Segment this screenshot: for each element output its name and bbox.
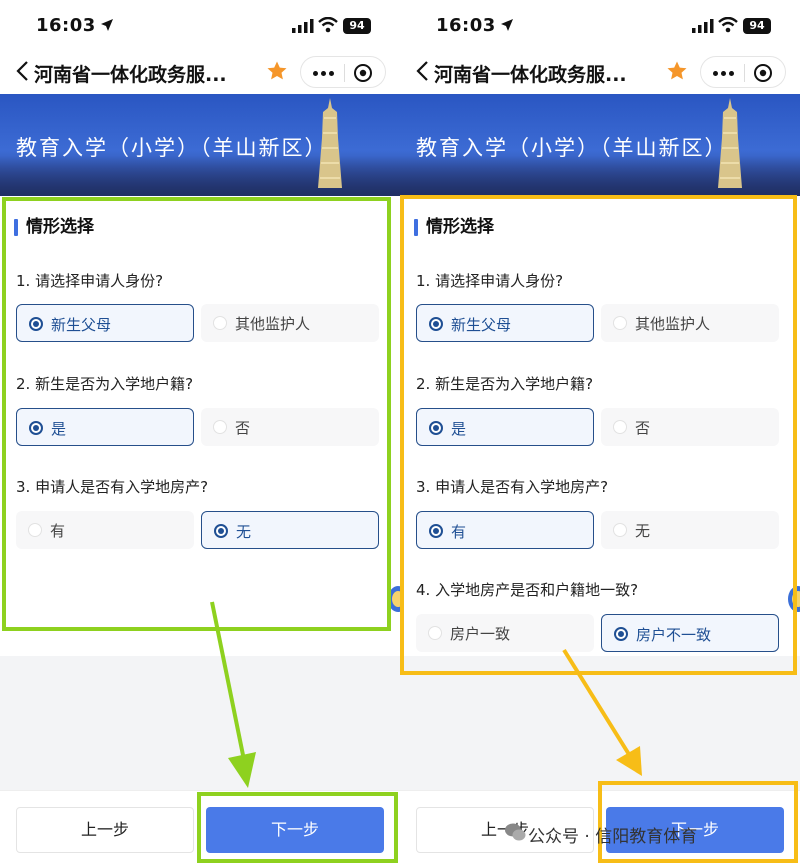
- option-label: 否: [635, 419, 651, 437]
- option-label: 其他监护人: [235, 315, 311, 333]
- radio-selected-icon: [214, 524, 228, 538]
- radio-empty-icon: [213, 316, 227, 330]
- radio-selected-icon: [429, 317, 443, 331]
- question-1: 1. 请选择申请人身份?: [416, 272, 564, 290]
- option-label: 否: [235, 419, 251, 437]
- banner: 教育入学（小学）（羊山新区）: [400, 94, 800, 196]
- location-arrow-icon: [500, 19, 513, 31]
- scenario-card: 情形选择 1. 请选择申请人身份? 新生父母 其他监护人 2. 新生是否为入学地…: [400, 196, 800, 656]
- radio-selected-icon: [29, 317, 43, 331]
- question-3: 3. 申请人是否有入学地房产?: [16, 478, 209, 496]
- more-icon[interactable]: [713, 71, 737, 76]
- option-other-guardian[interactable]: 其他监护人: [201, 304, 379, 342]
- radio-selected-icon: [29, 421, 43, 435]
- mascot-icon[interactable]: [784, 584, 800, 614]
- option-no[interactable]: 否: [201, 408, 379, 446]
- mini-program-capsule: [300, 56, 386, 88]
- battery-indicator: 94: [343, 18, 371, 34]
- wifi-icon: [318, 17, 338, 33]
- star-icon[interactable]: [666, 60, 688, 82]
- option-no[interactable]: 否: [601, 408, 779, 446]
- bottom-action-bar: 上一步 下一步: [0, 790, 400, 867]
- option-parent[interactable]: 新生父母: [16, 304, 194, 342]
- mini-program-capsule: [700, 56, 786, 88]
- status-bar: 16:03 94: [400, 0, 800, 50]
- option-other-guardian[interactable]: 其他监护人: [601, 304, 779, 342]
- question-3: 3. 申请人是否有入学地房产?: [416, 478, 609, 496]
- option-no-property[interactable]: 无: [601, 511, 779, 549]
- next-step-button[interactable]: 下一步: [206, 807, 384, 853]
- radio-empty-icon: [213, 420, 227, 434]
- section-title: 情形选择: [414, 216, 494, 238]
- option-label: 有: [50, 522, 66, 540]
- mascot-icon[interactable]: [384, 584, 400, 614]
- status-bar: 16:03 94: [0, 0, 400, 50]
- nav-title: 河南省一体化政务服...: [34, 64, 227, 86]
- radio-selected-icon: [614, 627, 628, 641]
- status-time: 16:03: [36, 15, 114, 36]
- option-no-property[interactable]: 无: [201, 511, 379, 549]
- option-yes[interactable]: 是: [416, 408, 594, 446]
- option-label: 是: [451, 420, 467, 438]
- option-label: 无: [635, 522, 651, 540]
- option-label: 新生父母: [451, 316, 512, 334]
- option-label: 其他监护人: [635, 315, 711, 333]
- option-label: 无: [236, 523, 252, 541]
- question-4: 4. 入学地房产是否和户籍地一致?: [416, 581, 639, 599]
- phone-screen-left: 16:03 94 河南省一体化政务服... 教育入学（小学）（羊山新区） 情形选…: [0, 0, 400, 867]
- radio-empty-icon: [428, 626, 442, 640]
- question-1: 1. 请选择申请人身份?: [16, 272, 164, 290]
- wifi-icon: [718, 17, 738, 33]
- option-property-matches[interactable]: 房户一致: [416, 614, 594, 652]
- option-property-mismatch[interactable]: 房户不一致: [601, 614, 779, 652]
- back-chevron-icon[interactable]: [414, 60, 432, 82]
- nav-bar: 河南省一体化政务服...: [0, 50, 400, 94]
- radio-empty-icon: [613, 420, 627, 434]
- close-target-icon[interactable]: [353, 63, 373, 83]
- banner-title: 教育入学（小学）（羊山新区）: [416, 136, 728, 160]
- status-time: 16:03: [436, 15, 514, 36]
- option-label: 房户不一致: [636, 626, 712, 644]
- banner: 教育入学（小学）（羊山新区）: [0, 94, 400, 196]
- option-yes[interactable]: 是: [16, 408, 194, 446]
- radio-selected-icon: [429, 421, 443, 435]
- option-has-property[interactable]: 有: [16, 511, 194, 549]
- location-arrow-icon: [100, 19, 113, 31]
- radio-empty-icon: [613, 523, 627, 537]
- option-label: 新生父母: [51, 316, 112, 334]
- option-label: 有: [451, 523, 467, 541]
- radio-selected-icon: [429, 524, 443, 538]
- radio-empty-icon: [613, 316, 627, 330]
- signal-icon: [292, 19, 314, 33]
- banner-title: 教育入学（小学）（羊山新区）: [16, 136, 328, 160]
- scenario-card: 情形选择 1. 请选择申请人身份? 新生父母 其他监护人 2. 新生是否为入学地…: [0, 196, 400, 656]
- close-target-icon[interactable]: [753, 63, 773, 83]
- question-2: 2. 新生是否为入学地户籍?: [416, 375, 594, 393]
- capsule-divider: [344, 64, 345, 82]
- wechat-icon: [505, 823, 526, 841]
- option-has-property[interactable]: 有: [416, 511, 594, 549]
- watermark-text: 公众号 · 信阳教育体育: [528, 827, 698, 847]
- capsule-divider: [744, 64, 745, 82]
- nav-title: 河南省一体化政务服...: [434, 64, 627, 86]
- nav-bar: 河南省一体化政务服...: [400, 50, 800, 94]
- option-parent[interactable]: 新生父母: [416, 304, 594, 342]
- back-chevron-icon[interactable]: [14, 60, 32, 82]
- phone-screen-right: 16:03 94 河南省一体化政务服... 教育入学（小学）（羊山新区） 情形选…: [400, 0, 800, 867]
- radio-empty-icon: [28, 523, 42, 537]
- signal-icon: [692, 19, 714, 33]
- section-title: 情形选择: [14, 216, 94, 238]
- battery-indicator: 94: [743, 18, 771, 34]
- option-label: 是: [51, 420, 67, 438]
- prev-step-button[interactable]: 上一步: [16, 807, 194, 853]
- question-2: 2. 新生是否为入学地户籍?: [16, 375, 194, 393]
- more-icon[interactable]: [313, 71, 337, 76]
- option-label: 房户一致: [450, 625, 511, 643]
- star-icon[interactable]: [266, 60, 288, 82]
